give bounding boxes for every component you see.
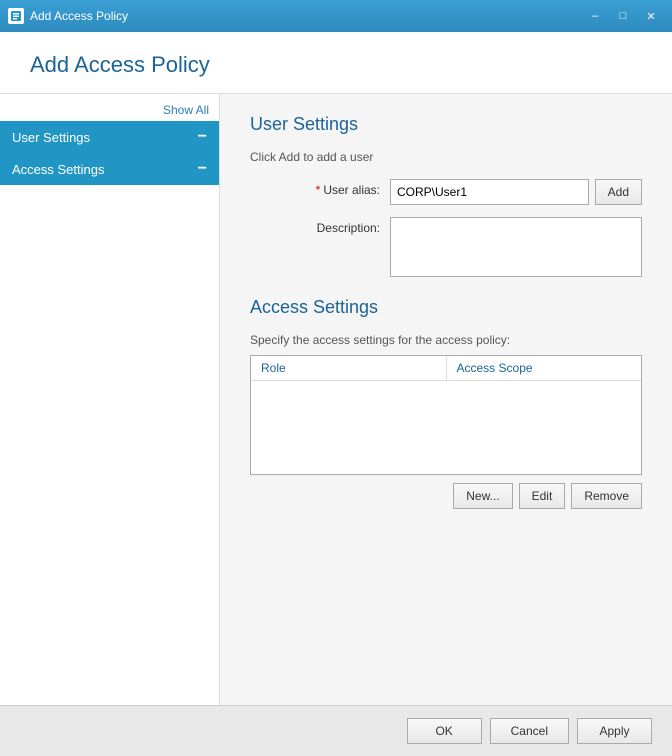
window-controls: – □ ✕	[582, 6, 664, 26]
table-body	[251, 381, 641, 471]
page-title: Add Access Policy	[30, 52, 642, 78]
table-header-access-scope: Access Scope	[447, 356, 642, 380]
add-user-button[interactable]: Add	[595, 179, 642, 205]
user-alias-label: *User alias:	[250, 179, 390, 197]
ok-button[interactable]: OK	[407, 718, 482, 744]
sidebar-item-access-settings[interactable]: Access Settings −	[0, 153, 219, 185]
sidebar-item-access-settings-label: Access Settings	[12, 162, 105, 177]
description-input[interactable]	[390, 217, 642, 277]
description-row: Description:	[250, 217, 642, 277]
required-star: *	[316, 183, 321, 197]
close-button[interactable]: ✕	[638, 6, 664, 26]
content-area: Show All User Settings − Access Settings…	[0, 94, 672, 705]
table-header: Role Access Scope	[251, 356, 641, 381]
app-icon	[8, 8, 24, 24]
apply-button[interactable]: Apply	[577, 718, 652, 744]
maximize-button[interactable]: □	[610, 6, 636, 26]
description-label: Description:	[250, 217, 390, 235]
access-table: Role Access Scope	[250, 355, 642, 475]
minimize-button[interactable]: –	[582, 6, 608, 26]
show-all-link[interactable]: Show All	[0, 99, 219, 121]
user-settings-title: User Settings	[250, 114, 642, 135]
user-alias-input-group: Add	[390, 179, 642, 205]
sidebar-item-user-settings-collapse-icon: −	[198, 129, 207, 145]
table-header-role: Role	[251, 356, 447, 380]
title-bar: Add Access Policy – □ ✕	[0, 0, 672, 32]
sidebar-item-user-settings-label: User Settings	[12, 130, 90, 145]
window-title: Add Access Policy	[30, 9, 582, 23]
table-actions: New... Edit Remove	[250, 483, 642, 509]
sidebar-item-access-settings-collapse-icon: −	[198, 161, 207, 177]
access-settings-instruction: Specify the access settings for the acce…	[250, 333, 642, 347]
window-body: Add Access Policy Show All User Settings…	[0, 32, 672, 756]
user-alias-row: *User alias: Add	[250, 179, 642, 205]
window-header: Add Access Policy	[0, 32, 672, 94]
user-settings-section: User Settings Click Add to add a user *U…	[250, 114, 642, 277]
new-button[interactable]: New...	[453, 483, 512, 509]
main-content: User Settings Click Add to add a user *U…	[220, 94, 672, 705]
remove-button[interactable]: Remove	[571, 483, 642, 509]
edit-button[interactable]: Edit	[519, 483, 566, 509]
user-settings-instruction: Click Add to add a user	[250, 150, 642, 164]
access-settings-title: Access Settings	[250, 297, 642, 318]
footer: OK Cancel Apply	[0, 705, 672, 756]
sidebar: Show All User Settings − Access Settings…	[0, 94, 220, 705]
cancel-button[interactable]: Cancel	[490, 718, 569, 744]
sidebar-item-user-settings[interactable]: User Settings −	[0, 121, 219, 153]
user-alias-input[interactable]	[390, 179, 589, 205]
access-settings-section: Access Settings Specify the access setti…	[250, 297, 642, 509]
